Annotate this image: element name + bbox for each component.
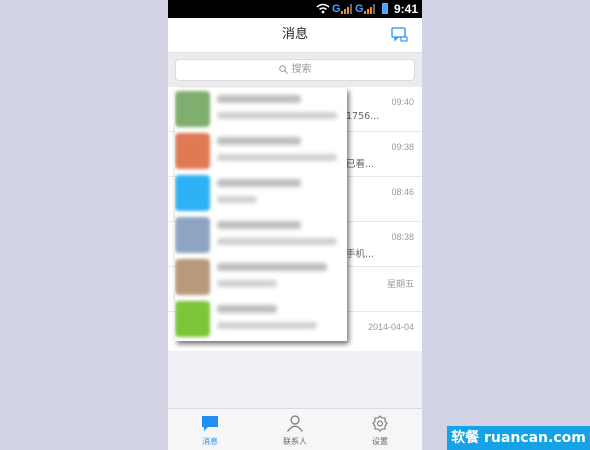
list-empty-area [168,351,422,408]
tab-label: 联系人 [283,437,307,446]
title-bar: 消息 [168,18,422,53]
preview-row [175,130,347,172]
carrier-label-1: G [332,3,341,15]
drag-preview-overlay [175,88,347,341]
gear-icon [372,415,388,432]
list-item-preview: 已看... [346,159,375,170]
list-item-time: 09:38 [391,142,414,152]
preview-text-blur [217,280,277,287]
tab-messages[interactable]: 消息 [168,409,252,450]
signal-icon-1 [341,4,352,14]
preview-text-blur [217,196,257,203]
tab-contacts[interactable]: 联系人 [253,409,337,450]
preview-text-blur [217,322,317,329]
preview-text-blur [217,238,337,245]
carrier-label-2: G [355,3,364,15]
avatar [175,175,210,211]
tab-label: 消息 [202,437,218,446]
preview-name-blur [217,179,301,187]
list-item-time: 2014-04-04 [367,322,414,332]
avatar [175,91,210,127]
avatar [175,217,210,253]
preview-row [175,214,347,256]
battery-icon [382,3,388,14]
preview-row [175,88,347,130]
search-input[interactable]: 搜索 [175,59,415,81]
list-item-time: 08:46 [391,187,414,197]
preview-name-blur [217,137,301,145]
page-title: 消息 [281,27,308,42]
list-item-preview: 手机... [346,249,375,260]
compose-icon[interactable] [391,27,408,42]
preview-row [175,256,347,298]
person-icon [287,415,303,432]
avatar [175,301,210,337]
bottom-tab-bar: 消息 联系人 设置 [168,408,422,450]
list-item-time: 08:38 [391,232,414,242]
site-watermark: 软餐 ruancan.com [447,426,590,450]
list-item-time: 星期五 [386,279,414,289]
preview-name-blur [217,221,301,229]
signal-icon-2 [364,4,375,14]
avatar [175,259,210,295]
preview-name-blur [217,95,301,103]
preview-row [175,172,347,214]
search-area: 搜索 [168,53,422,87]
list-item-preview: 1756... [346,111,380,122]
avatar [175,133,210,169]
phone-screen: G G 9:41 消息 搜索 09:40 1756... 09:38 已看...… [168,0,422,450]
tab-label: 设置 [372,437,388,446]
tab-settings[interactable]: 设置 [338,409,422,450]
preview-text-blur [217,154,337,161]
search-placeholder: 搜索 [291,64,312,75]
search-icon [278,64,288,74]
chat-bubble-icon [202,416,218,431]
wifi-icon [316,3,330,14]
clock: 9:41 [394,2,419,16]
preview-text-blur [217,112,337,119]
preview-name-blur [217,263,327,271]
status-bar: G G 9:41 [168,0,422,18]
preview-name-blur [217,305,277,313]
preview-row [175,298,347,340]
list-item-time: 09:40 [391,97,414,107]
